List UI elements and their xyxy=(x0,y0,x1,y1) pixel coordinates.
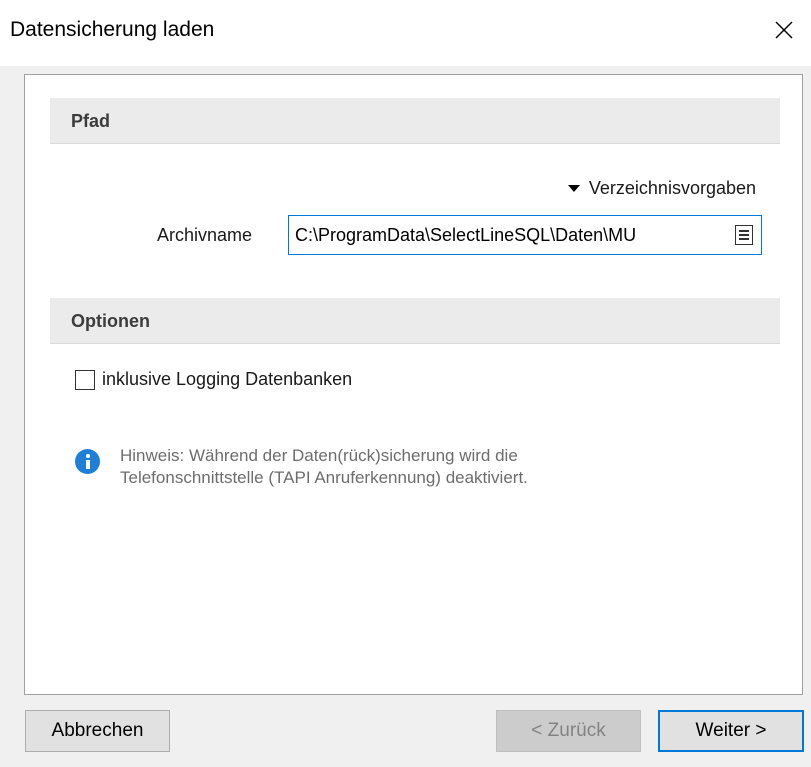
logging-checkbox-label: inklusive Logging Datenbanken xyxy=(102,369,353,389)
directory-presets-link[interactable]: Verzeichnisvorgaben xyxy=(567,178,756,199)
title-bar: Datensicherung laden xyxy=(0,0,811,66)
hint-line-2: Telefonschnittstelle (TAPI Anruferkennun… xyxy=(120,468,528,487)
logging-option[interactable]: inklusive Logging Datenbanken xyxy=(75,369,352,390)
back-button[interactable]: < Zurück xyxy=(496,710,641,752)
cancel-button[interactable]: Abbrechen xyxy=(25,710,170,752)
archive-name-input[interactable] xyxy=(295,216,727,254)
hint-text: Hinweis: Während der Daten(rück)sicherun… xyxy=(120,445,680,489)
logging-checkbox[interactable] xyxy=(75,369,95,390)
section-header-optionen: Optionen xyxy=(50,298,780,344)
triangle-down-icon xyxy=(567,185,580,192)
close-button[interactable] xyxy=(757,6,811,54)
directory-presets-label: Verzeichnisvorgaben xyxy=(588,178,756,198)
section-header-pfad: Pfad xyxy=(50,98,780,144)
archive-name-field[interactable] xyxy=(288,215,762,255)
section-title-pfad: Pfad xyxy=(71,111,111,131)
archive-name-label: Archivname xyxy=(157,225,253,245)
next-button[interactable]: Weiter > xyxy=(658,710,804,752)
hint-line-1: Hinweis: Während der Daten(rück)sicherun… xyxy=(120,446,518,465)
window-title: Datensicherung laden xyxy=(10,18,215,41)
section-title-optionen: Optionen xyxy=(71,311,150,331)
info-icon xyxy=(75,449,100,474)
browse-file-icon[interactable] xyxy=(735,225,753,245)
close-icon xyxy=(775,21,793,39)
content-panel: Pfad Verzeichnisvorgaben Archivname Opti… xyxy=(24,74,803,695)
